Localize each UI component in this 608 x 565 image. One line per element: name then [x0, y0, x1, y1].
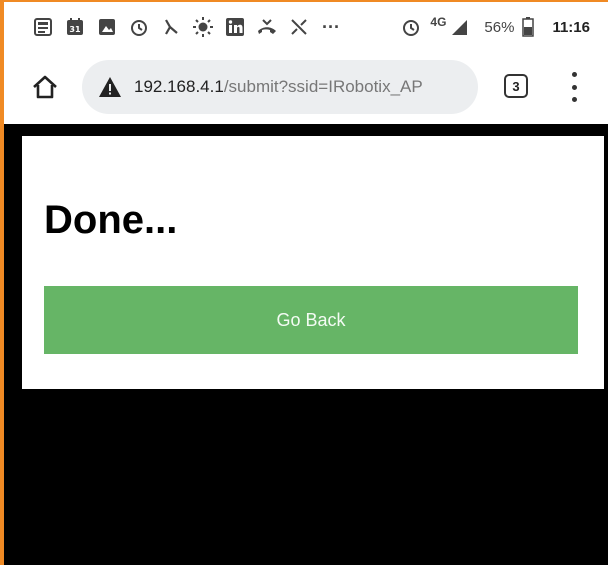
gallery-icon — [96, 16, 118, 38]
content-card: Done... Go Back — [22, 136, 604, 389]
linkedin-icon — [224, 16, 246, 38]
page-heading: Done... — [44, 198, 178, 242]
network-type: 4G — [430, 15, 447, 29]
more-icon: ··· — [322, 16, 340, 37]
url-host: 192.168.4.1 — [134, 77, 224, 96]
page-viewport: Done... Go Back — [4, 124, 608, 565]
browser-toolbar: 192.168.4.1/submit?ssid=IRobotix_AP 3 — [4, 52, 608, 124]
alarm-icon — [128, 16, 150, 38]
battery-percent: 56% — [484, 18, 515, 36]
address-bar[interactable]: 192.168.4.1/submit?ssid=IRobotix_AP — [82, 60, 478, 114]
url-path: /submit?ssid=IRobotix_AP — [223, 77, 423, 96]
calendar-day: 31 — [69, 25, 81, 34]
menu-dot-icon — [571, 84, 577, 90]
warning-icon[interactable] — [98, 75, 124, 99]
brightness-icon — [192, 16, 214, 38]
menu-dot-icon — [571, 97, 577, 102]
missed-call-icon — [160, 16, 182, 38]
url-text[interactable]: 192.168.4.1/submit?ssid=IRobotix_AP — [134, 77, 423, 97]
home-icon — [33, 75, 57, 99]
status-bar: 31 ··· 4G 56% 11:16 — [4, 2, 608, 52]
clock: 11:16 — [552, 18, 590, 36]
news-icon — [32, 16, 54, 38]
signal-icon — [448, 16, 470, 38]
alarm-icon — [400, 16, 422, 38]
calendar-icon: 31 — [64, 16, 86, 38]
go-back-button[interactable]: Go Back — [44, 286, 578, 354]
tab-switcher-button[interactable]: 3 — [504, 74, 528, 98]
call-icon — [256, 16, 278, 38]
battery-icon — [522, 16, 535, 38]
menu-dot-icon — [571, 72, 577, 77]
home-button[interactable] — [30, 72, 60, 102]
overflow-menu-button[interactable] — [564, 72, 584, 102]
network-icon — [288, 16, 310, 38]
